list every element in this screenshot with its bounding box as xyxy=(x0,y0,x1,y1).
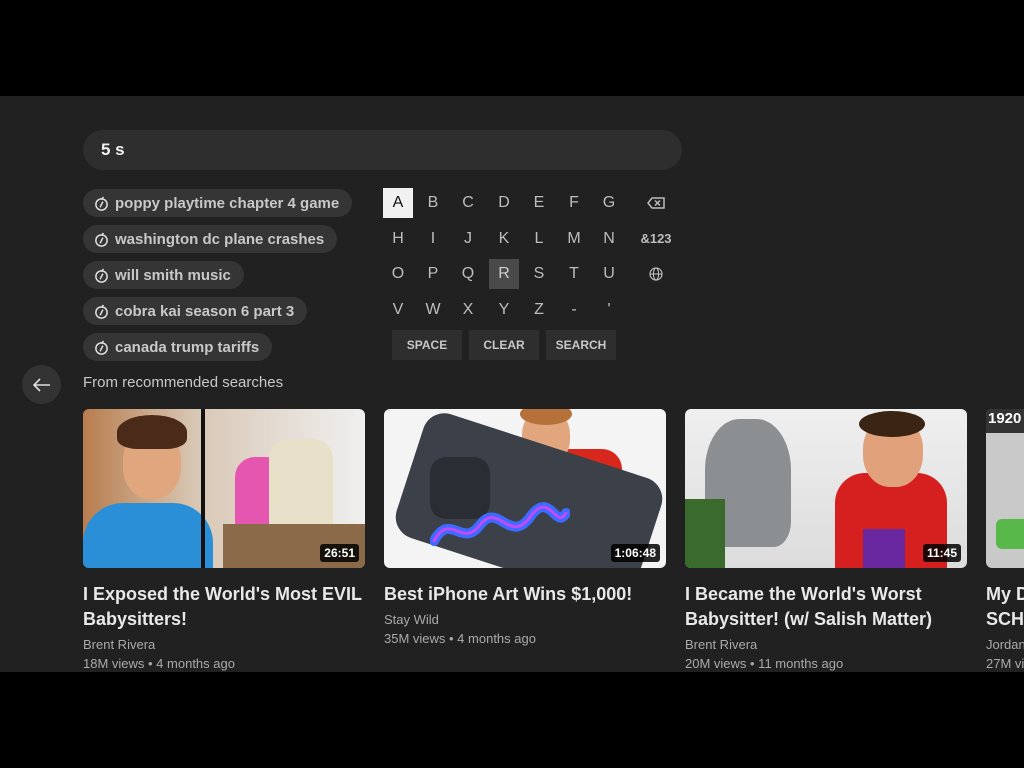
video-thumbnail: 11:45 xyxy=(685,409,967,568)
key-z[interactable]: Z xyxy=(524,295,554,325)
key-r[interactable]: R xyxy=(489,259,519,289)
key-k[interactable]: K xyxy=(489,224,519,254)
key-m[interactable]: M xyxy=(559,224,589,254)
suggestion-label: will smith music xyxy=(115,266,231,284)
video-thumbnail: 1:06:48 xyxy=(384,409,666,568)
video-meta: 20M views • 11 months ago xyxy=(685,656,844,671)
suggestion-chip[interactable]: will smith music xyxy=(83,261,244,289)
key-a[interactable]: A xyxy=(383,188,413,218)
key-d[interactable]: D xyxy=(489,188,519,218)
key-e[interactable]: E xyxy=(524,188,554,218)
suggestion-chip[interactable]: canada trump tariffs xyxy=(83,333,273,361)
search-key[interactable]: SEARCH xyxy=(546,330,616,360)
video-thumbnail: 1920 xyxy=(986,409,1024,568)
key-w[interactable]: W xyxy=(418,295,448,325)
key-t[interactable]: T xyxy=(559,259,589,289)
backspace-key[interactable] xyxy=(634,188,678,218)
key-i[interactable]: I xyxy=(418,224,448,254)
suggestion-chip[interactable]: washington dc plane crashes xyxy=(83,225,338,253)
back-button[interactable] xyxy=(22,365,61,404)
language-key[interactable] xyxy=(634,259,678,289)
key-l[interactable]: L xyxy=(524,224,554,254)
video-title: I Exposed the World's Most EVIL Babysitt… xyxy=(83,584,362,629)
video-duration: 11:45 xyxy=(922,544,961,562)
video-card[interactable]: 1920 My D SCH Jordan 27M vi xyxy=(986,409,1024,672)
trending-icon xyxy=(95,340,108,355)
key-p[interactable]: P xyxy=(418,259,448,289)
suggestion-label: cobra kai season 6 part 3 xyxy=(115,302,295,320)
video-channel: Stay Wild xyxy=(384,612,439,627)
key-x[interactable]: X xyxy=(453,295,483,325)
key-s[interactable]: S xyxy=(524,259,554,289)
video-card[interactable]: 11:45 I Became the World's Worst Babysit… xyxy=(685,409,967,672)
video-card[interactable]: 26:51 I Exposed the World's Most EVIL Ba… xyxy=(83,409,365,672)
key-c[interactable]: C xyxy=(453,188,483,218)
suggestion-chip[interactable]: cobra kai season 6 part 3 xyxy=(83,297,308,325)
video-duration: 26:51 xyxy=(320,544,359,562)
key-apostrophe[interactable]: ' xyxy=(594,295,624,325)
video-title: I Became the World's Worst Babysitter! (… xyxy=(685,584,933,629)
video-channel: Brent Rivera xyxy=(685,637,758,652)
video-duration: 1:06:48 xyxy=(610,544,660,562)
key-f[interactable]: F xyxy=(559,188,589,218)
trending-icon xyxy=(95,196,108,211)
trending-icon xyxy=(95,304,108,319)
search-query-text: 5 s xyxy=(101,140,125,159)
video-channel: Brent Rivera xyxy=(83,637,156,652)
video-meta: 35M views • 4 months ago xyxy=(384,631,536,646)
suggestion-label: poppy playtime chapter 4 game xyxy=(115,194,340,212)
key-u[interactable]: U xyxy=(594,259,624,289)
video-thumbnail: 26:51 xyxy=(83,409,365,568)
video-card[interactable]: 1:06:48 Best iPhone Art Wins $1,000! Sta… xyxy=(384,409,666,649)
search-input[interactable]: 5 s xyxy=(83,130,682,170)
key-h[interactable]: H xyxy=(383,224,413,254)
suggestion-label: canada trump tariffs xyxy=(115,338,260,356)
key-j[interactable]: J xyxy=(453,224,483,254)
key-b[interactable]: B xyxy=(418,188,448,218)
suggestion-label: washington dc plane crashes xyxy=(115,230,325,248)
space-key[interactable]: SPACE xyxy=(392,330,462,360)
backspace-icon xyxy=(647,197,665,209)
trending-icon xyxy=(95,268,108,283)
thumbnail-text: 1920 xyxy=(988,410,1022,427)
video-channel: Jordan xyxy=(986,637,1024,652)
suggestion-chip[interactable]: poppy playtime chapter 4 game xyxy=(83,189,353,217)
clear-key[interactable]: CLEAR xyxy=(469,330,539,360)
key-y[interactable]: Y xyxy=(489,295,519,325)
globe-icon xyxy=(649,267,663,281)
key-dash[interactable]: - xyxy=(559,295,589,325)
key-v[interactable]: V xyxy=(383,295,413,325)
symbols-key[interactable]: &123 xyxy=(634,224,678,254)
video-title: My D SCH xyxy=(986,584,1024,629)
tv-search-screen: 5 s poppy playtime chapter 4 game washin… xyxy=(0,96,1024,672)
key-o[interactable]: O xyxy=(383,259,413,289)
key-g[interactable]: G xyxy=(594,188,624,218)
arrow-left-icon xyxy=(32,377,50,392)
video-title: Best iPhone Art Wins $1,000! xyxy=(384,584,633,604)
section-title: From recommended searches xyxy=(83,374,284,391)
key-q[interactable]: Q xyxy=(453,259,483,289)
video-meta: 18M views • 4 months ago xyxy=(83,656,235,671)
video-meta: 27M vi xyxy=(986,656,1024,671)
key-n[interactable]: N xyxy=(594,224,624,254)
trending-icon xyxy=(95,232,108,247)
